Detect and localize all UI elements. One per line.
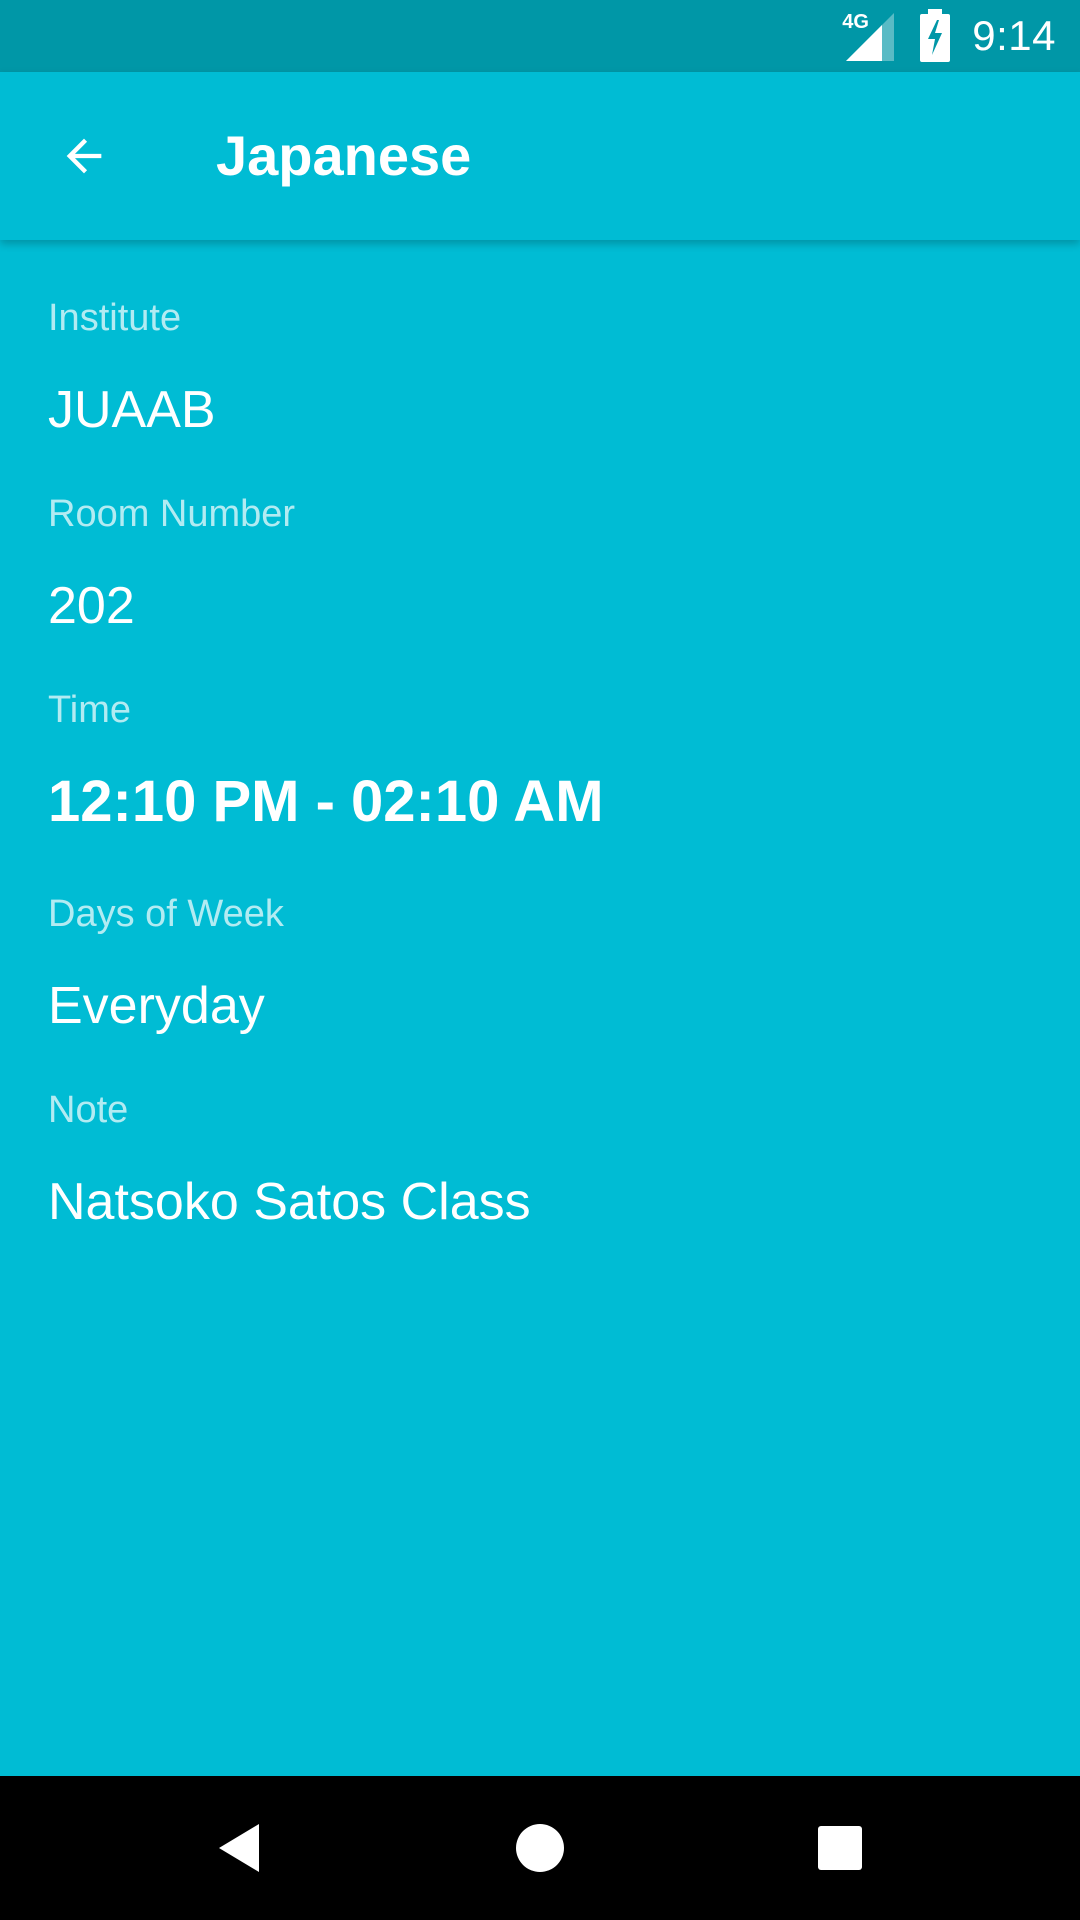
navigation-bar: [0, 1776, 1080, 1920]
nav-recents-button[interactable]: [768, 1776, 912, 1920]
signal-icon: [846, 13, 895, 61]
app-bar: Japanese: [0, 72, 1080, 240]
nav-back-button[interactable]: [168, 1776, 312, 1920]
recents-square-icon: [818, 1826, 862, 1870]
back-button[interactable]: [40, 112, 128, 200]
status-time: 9:14: [972, 12, 1056, 59]
status-icons: 4G 9:14: [842, 0, 1056, 72]
days-of-week-value: Everyday: [48, 977, 265, 1035]
class-details: Institute JUAAB Room Number 202 Time 12:…: [0, 240, 1080, 1776]
days-of-week-field: Days of Week Everyday: [48, 892, 1032, 1038]
network-4g-icon: 4G: [842, 9, 896, 63]
room-number-value: 202: [48, 577, 135, 635]
home-circle-icon: [516, 1824, 564, 1872]
note-field: Note Natsoko Satos Class: [48, 1088, 1032, 1234]
time-field: Time 12:10 PM - 02:10 AM: [48, 688, 1032, 834]
battery-charging-icon: [920, 9, 951, 62]
page-title: Japanese: [216, 124, 472, 187]
time-value: 12:10 PM - 02:10 AM: [48, 769, 604, 834]
institute-value: JUAAB: [48, 381, 216, 439]
days-of-week-label: Days of Week: [48, 893, 284, 935]
institute-field: Institute JUAAB: [48, 296, 1032, 442]
note-label: Note: [48, 1089, 129, 1131]
institute-label: Institute: [48, 297, 182, 339]
room-number-label: Room Number: [48, 493, 296, 535]
back-triangle-icon: [219, 1824, 259, 1872]
note-value: Natsoko Satos Class: [48, 1173, 531, 1231]
room-number-field: Room Number 202: [48, 492, 1032, 638]
nav-home-button[interactable]: [468, 1776, 612, 1920]
time-label: Time: [48, 689, 132, 731]
arrow-back-icon: [66, 138, 102, 174]
status-bar: 4G 9:14: [0, 0, 1080, 72]
